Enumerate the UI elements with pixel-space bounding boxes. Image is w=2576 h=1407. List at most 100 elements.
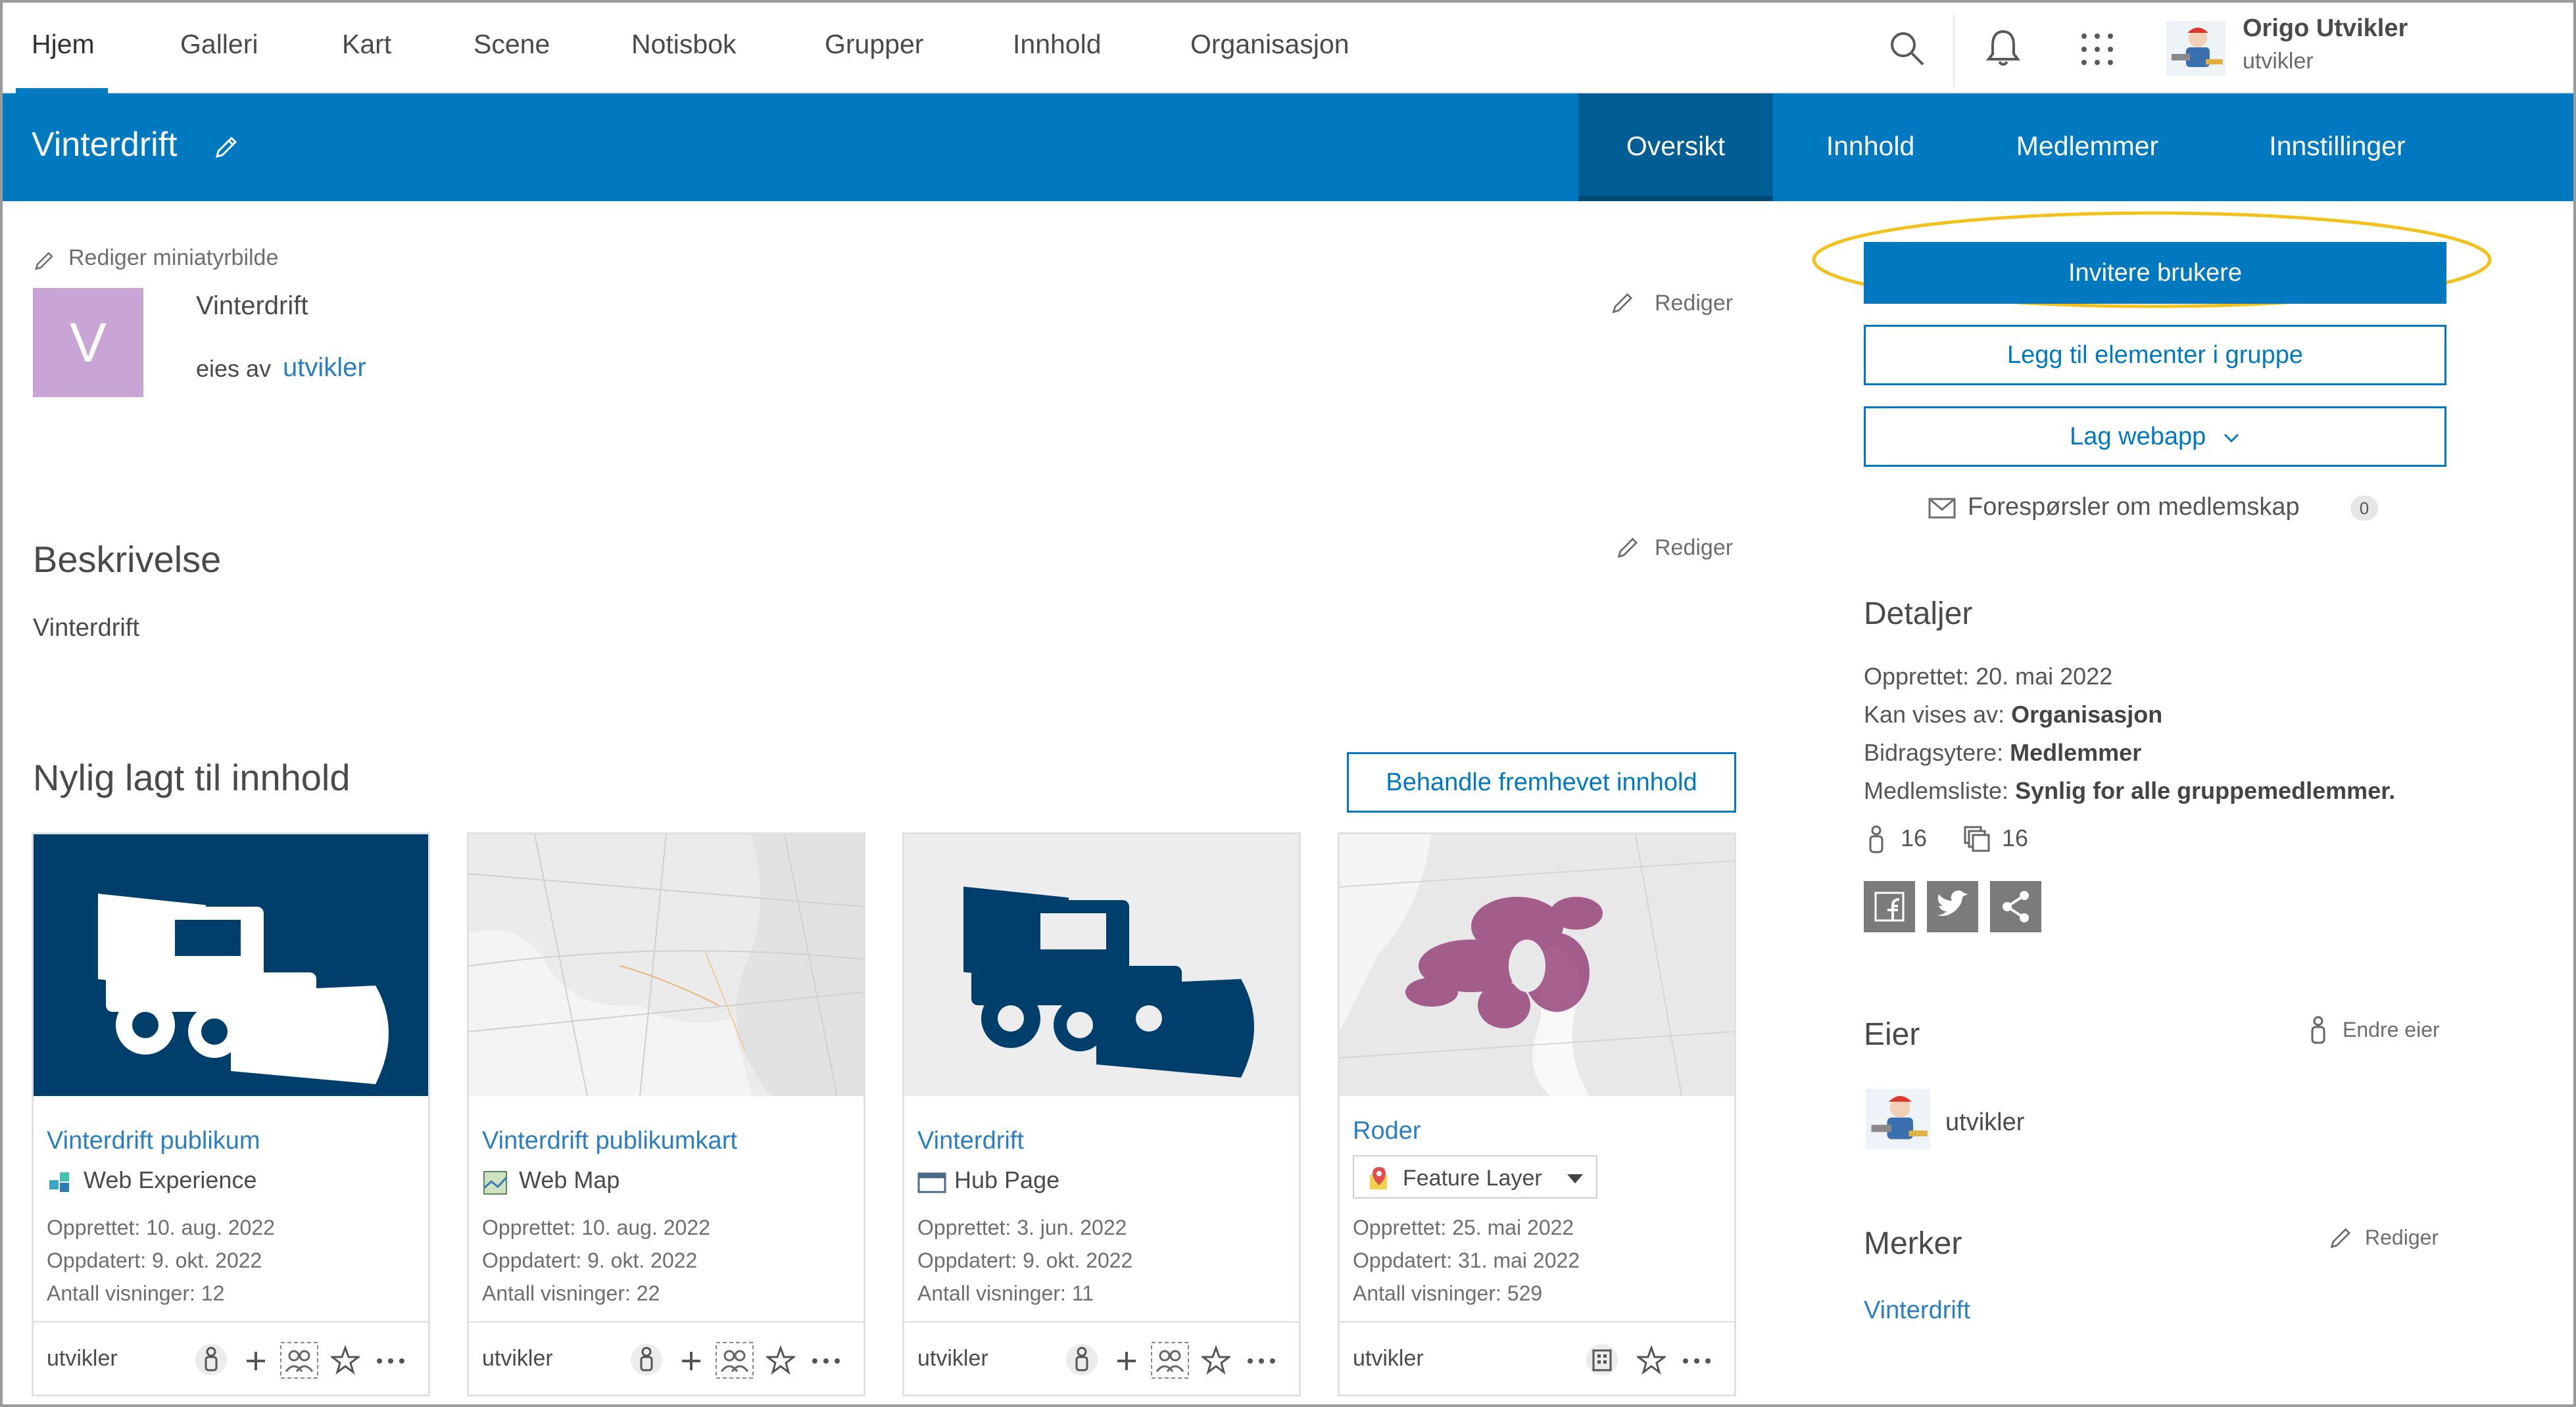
- member-icon: [2311, 1016, 2325, 1044]
- twitter-share-button[interactable]: [1927, 881, 1978, 932]
- card-thumbnail[interactable]: [469, 834, 863, 1096]
- nav-scene[interactable]: Scene: [474, 29, 550, 60]
- plus-icon[interactable]: [678, 1341, 704, 1378]
- shared-with-org-icon: [631, 1344, 662, 1375]
- nav-map[interactable]: Kart: [342, 29, 391, 60]
- shared-with-org-icon: [1066, 1344, 1098, 1375]
- nav-separator: [1953, 14, 1955, 87]
- create-webapp-button[interactable]: Lag webapp: [1864, 406, 2446, 467]
- card-owner[interactable]: utvikler: [482, 1346, 553, 1371]
- bell-icon[interactable]: [1985, 28, 2022, 70]
- apps-grid-icon[interactable]: [2079, 32, 2115, 67]
- tab-overview[interactable]: Oversikt: [1578, 93, 1773, 201]
- card-owner[interactable]: utvikler: [917, 1346, 988, 1371]
- manage-featured-button[interactable]: Behandle fremhevet innhold: [1347, 752, 1736, 813]
- star-icon[interactable]: [1637, 1341, 1666, 1378]
- invite-users-button[interactable]: Invitere brukere: [1864, 242, 2446, 304]
- card-footer: utvikler: [34, 1321, 428, 1395]
- visibility-row: Kan vises av: Organisasjon: [1864, 701, 2162, 728]
- card-thumbnail[interactable]: [34, 834, 428, 1096]
- search-icon[interactable]: [1887, 29, 1927, 68]
- nav-active-indicator: [16, 88, 108, 93]
- card-views: Antall visninger: 22: [482, 1281, 660, 1305]
- tag-link[interactable]: Vinterdrift: [1864, 1297, 1970, 1325]
- group-title: Vinterdrift: [32, 126, 178, 164]
- web-experience-icon: [49, 1172, 69, 1192]
- content-card[interactable]: Vinterdrift publikumkart Web Map Opprett…: [467, 832, 865, 1396]
- card-thumbnail[interactable]: [904, 834, 1299, 1096]
- edit-group-link[interactable]: Rediger: [1655, 291, 1733, 316]
- card-footer: utvikler: [469, 1321, 863, 1395]
- card-created: Opprettet: 25. mai 2022: [1353, 1216, 1574, 1239]
- owner-heading: Eier: [1864, 1017, 1920, 1052]
- more-options-icon[interactable]: [374, 1341, 407, 1378]
- change-owner-link[interactable]: Endre eier: [2343, 1018, 2440, 1042]
- card-title[interactable]: Vinterdrift: [917, 1127, 1024, 1155]
- requests-count-badge: 0: [2350, 496, 2378, 521]
- content-card[interactable]: Vinterdrift publikum Web Experience Oppr…: [32, 832, 430, 1396]
- pencil-icon[interactable]: [212, 133, 241, 162]
- plus-icon[interactable]: [1113, 1341, 1140, 1378]
- group-share-icon[interactable]: [1150, 1341, 1190, 1379]
- visibility-label: Kan vises av:: [1864, 701, 2005, 728]
- card-title[interactable]: Roder: [1353, 1117, 1421, 1145]
- memberlist-value: Synlig for alle gruppemedlemmer.: [2015, 777, 2396, 804]
- web-map-icon: [483, 1171, 508, 1195]
- member-icon: [1869, 825, 1883, 853]
- facebook-share-button[interactable]: [1864, 881, 1915, 932]
- plus-icon[interactable]: [243, 1341, 269, 1378]
- star-icon[interactable]: [1202, 1341, 1230, 1378]
- card-footer: utvikler: [1340, 1321, 1734, 1395]
- user-name[interactable]: Origo Utvikler: [2243, 14, 2408, 43]
- more-options-icon[interactable]: [1680, 1341, 1713, 1378]
- tags-heading: Merker: [1864, 1226, 1962, 1261]
- nav-home[interactable]: Hjem: [32, 29, 95, 60]
- group-share-icon[interactable]: [715, 1341, 754, 1379]
- edit-tags-link[interactable]: Rediger: [2365, 1226, 2439, 1250]
- add-items-button[interactable]: Legg til elementer i gruppe: [1864, 325, 2446, 385]
- card-owner[interactable]: utvikler: [47, 1346, 118, 1371]
- user-username: utvikler: [2243, 49, 2314, 74]
- nav-organization[interactable]: Organisasjon: [1190, 29, 1349, 60]
- card-title[interactable]: Vinterdrift publikum: [47, 1127, 260, 1155]
- content-card[interactable]: Roder Feature Layer Opprettet: 25. mai 2…: [1338, 832, 1736, 1396]
- nav-notebook[interactable]: Notisbok: [631, 29, 737, 60]
- memberlist-row: Medlemsliste: Synlig for alle gruppemedl…: [1864, 777, 2395, 805]
- edit-thumbnail-link[interactable]: Rediger miniatyrbilde: [68, 245, 278, 271]
- description-text: Vinterdrift: [33, 614, 139, 642]
- envelope-icon: [1928, 498, 1956, 519]
- snowplow-truck-icon: [98, 894, 389, 1084]
- nav-content[interactable]: Innhold: [1013, 29, 1102, 60]
- membership-requests-link[interactable]: Forespørsler om medlemskap: [1968, 493, 2300, 521]
- card-type: Hub Page: [954, 1166, 1060, 1193]
- tab-members[interactable]: Medlemmer: [1989, 93, 2186, 201]
- card-thumbnail[interactable]: [1340, 834, 1734, 1096]
- create-webapp-label: Lag webapp: [2070, 423, 2206, 450]
- owner-link[interactable]: utvikler: [283, 353, 366, 383]
- group-share-icon[interactable]: [279, 1341, 319, 1379]
- user-avatar[interactable]: [2166, 21, 2225, 76]
- nav-gallery[interactable]: Galleri: [180, 29, 258, 60]
- more-options-icon[interactable]: [1245, 1341, 1278, 1378]
- tab-settings[interactable]: Innstillinger: [2232, 93, 2442, 201]
- visibility-value: Organisasjon: [2011, 701, 2163, 728]
- edit-description-link[interactable]: Rediger: [1655, 535, 1733, 561]
- owner-name[interactable]: utvikler: [1945, 1109, 2024, 1137]
- items-count: 16: [2002, 824, 2029, 851]
- tab-content[interactable]: Innhold: [1791, 93, 1949, 201]
- nav-groups[interactable]: Grupper: [825, 29, 923, 60]
- hub-page-icon: [917, 1172, 946, 1193]
- share-link-button[interactable]: [1990, 881, 2041, 932]
- star-icon[interactable]: [766, 1341, 795, 1378]
- details-heading: Detaljer: [1864, 596, 1973, 631]
- owner-avatar: [1865, 1089, 1931, 1149]
- card-type: Feature Layer: [1403, 1166, 1542, 1191]
- star-icon[interactable]: [331, 1341, 360, 1378]
- content-card[interactable]: Vinterdrift Hub Page Opprettet: 3. jun. …: [902, 832, 1301, 1396]
- more-options-icon[interactable]: [810, 1341, 842, 1378]
- feature-layer-dropdown[interactable]: Feature Layer: [1353, 1155, 1597, 1199]
- card-owner[interactable]: utvikler: [1353, 1346, 1424, 1371]
- card-views: Antall visninger: 12: [47, 1281, 225, 1305]
- twitter-icon: [1937, 890, 1968, 917]
- card-title[interactable]: Vinterdrift publikumkart: [482, 1127, 737, 1155]
